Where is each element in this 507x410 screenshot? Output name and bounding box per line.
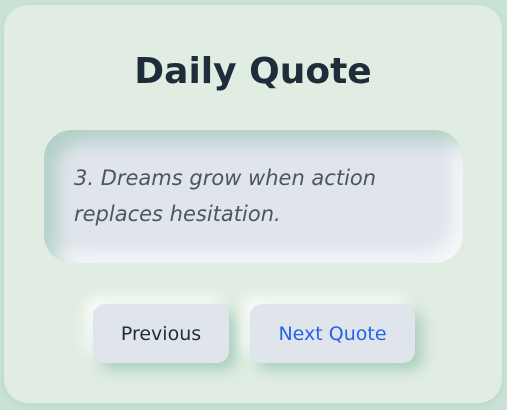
previous-button[interactable]: Previous [93,304,229,363]
quote-card: Daily Quote 3. Dreams grow when action r… [4,5,502,403]
page-title: Daily Quote [134,51,372,92]
next-quote-button[interactable]: Next Quote [250,304,415,363]
quote-text: 3. Dreams grow when action replaces hesi… [74,166,377,226]
quote-display: 3. Dreams grow when action replaces hesi… [44,130,463,263]
